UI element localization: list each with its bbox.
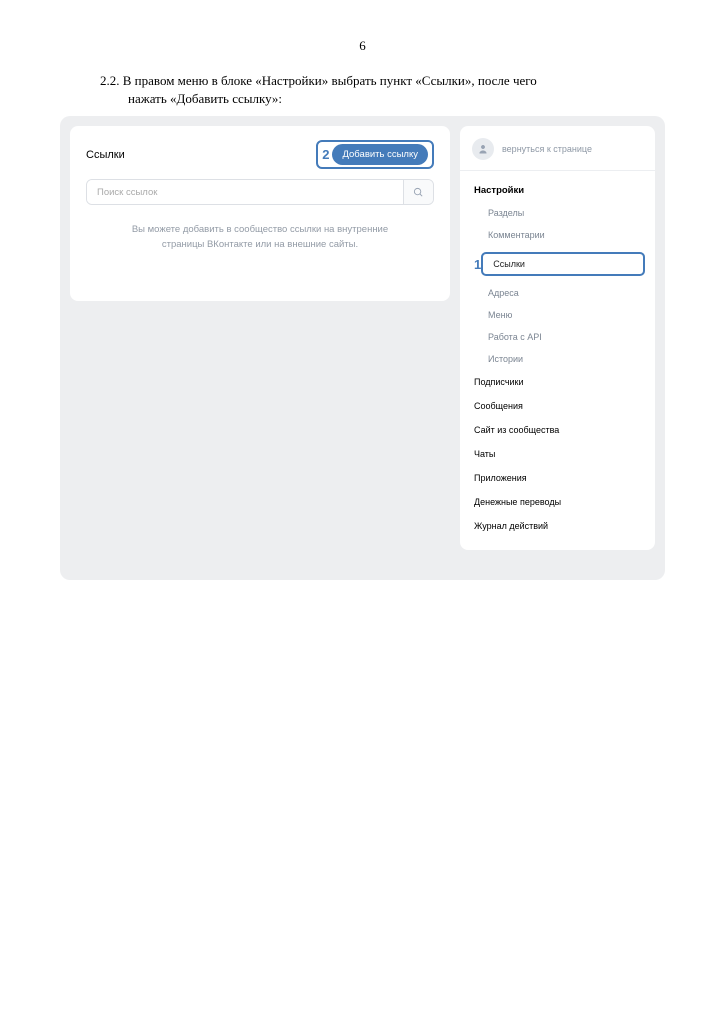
instruction-text: 2.2. В правом меню в блоке «Настройки» в… <box>0 72 725 116</box>
main-header: Ссылки 2 Добавить ссылку <box>86 140 434 169</box>
callout-number-2: 2 <box>322 147 329 162</box>
add-link-button[interactable]: Добавить ссылку <box>332 144 428 165</box>
sidebar-item-chats[interactable]: Чаты <box>460 442 655 466</box>
main-panel: Ссылки 2 Добавить ссылку Вы можете добав… <box>70 126 450 301</box>
instruction-line1: 2.2. В правом меню в блоке «Настройки» в… <box>100 72 635 90</box>
sidebar: вернуться к странице Настройки Разделы К… <box>460 126 655 550</box>
help-line2: страницы ВКонтакте или на внешние сайты. <box>106 238 414 252</box>
sidebar-item-stories[interactable]: Истории <box>460 348 655 370</box>
help-line1: Вы можете добавить в сообщество ссылки н… <box>106 223 414 237</box>
back-avatar <box>472 138 494 160</box>
people-icon <box>477 143 489 155</box>
sidebar-item-api[interactable]: Работа с API <box>460 326 655 348</box>
sidebar-item-journal[interactable]: Журнал действий <box>460 514 655 538</box>
back-label: вернуться к странице <box>502 144 592 154</box>
search-row <box>86 179 434 205</box>
sidebar-item-transfers[interactable]: Денежные переводы <box>460 490 655 514</box>
page-number: 6 <box>0 0 725 72</box>
sidebar-item-apps[interactable]: Приложения <box>460 466 655 490</box>
sidebar-item-menu[interactable]: Меню <box>460 304 655 326</box>
sidebar-item-messages[interactable]: Сообщения <box>460 394 655 418</box>
sidebar-item-addresses[interactable]: Адреса <box>460 282 655 304</box>
search-input[interactable] <box>87 180 403 204</box>
sidebar-item-sections[interactable]: Разделы <box>460 202 655 224</box>
sidebar-item-links[interactable]: 1 Ссылки <box>460 246 655 282</box>
screenshot: Ссылки 2 Добавить ссылку Вы можете добав… <box>60 116 665 580</box>
callout-number-1: 1 <box>474 257 481 272</box>
sidebar-item-site[interactable]: Сайт из сообщества <box>460 418 655 442</box>
links-title: Ссылки <box>86 149 125 161</box>
settings-header: Настройки <box>460 179 655 202</box>
instruction-line2: нажать «Добавить ссылку»: <box>100 90 635 108</box>
help-text: Вы можете добавить в сообщество ссылки н… <box>86 223 434 252</box>
sidebar-item-subscribers[interactable]: Подписчики <box>460 370 655 394</box>
search-icon <box>413 187 424 198</box>
callout-2: 2 Добавить ссылку <box>316 140 434 169</box>
links-active-box: Ссылки <box>481 252 645 276</box>
search-button[interactable] <box>403 180 433 204</box>
back-to-page[interactable]: вернуться к странице <box>460 138 655 171</box>
sidebar-item-comments[interactable]: Комментарии <box>460 224 655 246</box>
